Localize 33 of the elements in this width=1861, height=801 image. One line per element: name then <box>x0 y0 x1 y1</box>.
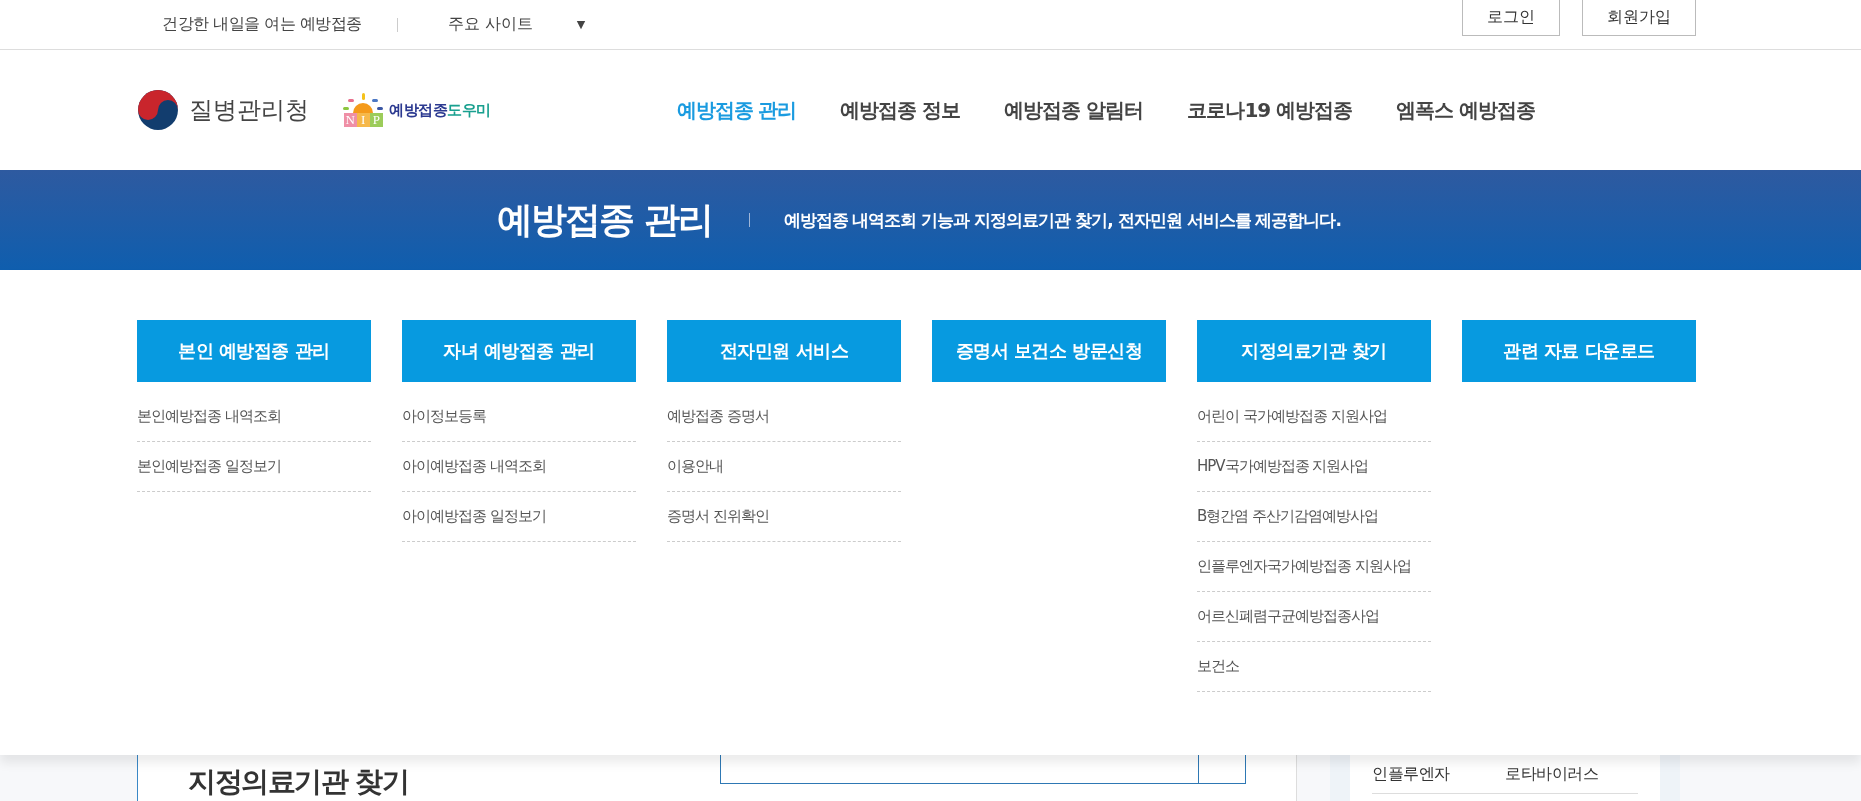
menu-link[interactable]: 본인예방접종 일정보기 <box>137 442 371 492</box>
menu-link[interactable]: 어린이 국가예방접종 지원사업 <box>1197 392 1431 442</box>
nip-logo[interactable]: N I P 예방접종도우미 <box>343 93 491 127</box>
nav-tab[interactable]: 엠폭스 예방접종 <box>1396 96 1536 124</box>
vaccine-link[interactable]: 인플루엔자 <box>1372 763 1505 785</box>
menu-link[interactable]: 이용안내 <box>667 442 901 492</box>
tagline: 건강한 내일을 여는 예방접종 <box>162 14 362 35</box>
account-button[interactable]: 로그인 <box>1462 0 1560 36</box>
menu-link[interactable]: 아이예방접종 내역조회 <box>402 442 636 492</box>
agency-logo[interactable]: 질병관리청 <box>137 89 309 131</box>
menu-link[interactable]: B형간염 주산기감염예방사업 <box>1197 492 1431 542</box>
menu-link[interactable]: 인플루엔자국가예방접종 지원사업 <box>1197 542 1431 592</box>
site-select[interactable]: 주요 사이트 ▼ <box>447 14 586 35</box>
account-button[interactable]: 회원가입 <box>1582 0 1696 36</box>
menu-link[interactable]: 보건소 <box>1197 642 1431 692</box>
menu-link[interactable]: 증명서 진위확인 <box>667 492 901 542</box>
nav-tab[interactable]: 코로나19 예방접종 <box>1187 96 1353 124</box>
emblem-icon <box>137 89 179 131</box>
menu-link[interactable]: 아이예방접종 일정보기 <box>402 492 636 542</box>
menu-link[interactable]: 본인예방접종 내역조회 <box>137 392 371 442</box>
menu-link[interactable]: 어르신폐렴구균예방접종사업 <box>1197 592 1431 642</box>
nav-tab[interactable]: 예방접종 알림터 <box>1004 96 1144 124</box>
sun-icon <box>343 93 383 113</box>
menu-link[interactable]: HPV국가예방접종 지원사업 <box>1197 442 1431 492</box>
banner-description: 예방접종 내역조회 기능과 지정의료기관 찾기, 전자민원 서비스를 제공합니다. <box>783 208 1341 232</box>
program-select[interactable] <box>720 755 1246 784</box>
menu-link[interactable]: 예방접종 증명서 <box>667 392 901 442</box>
banner-title: 예방접종 관리 <box>497 197 712 242</box>
vaccine-link[interactable]: 로타바이러스 <box>1505 763 1638 785</box>
menu-link[interactable]: 아이정보등록 <box>402 392 636 442</box>
nav-tab[interactable]: 예방접종 정보 <box>840 96 961 124</box>
logo-letter: N <box>343 113 357 127</box>
section-heading: 지정의료기관 찾기 <box>188 764 409 800</box>
